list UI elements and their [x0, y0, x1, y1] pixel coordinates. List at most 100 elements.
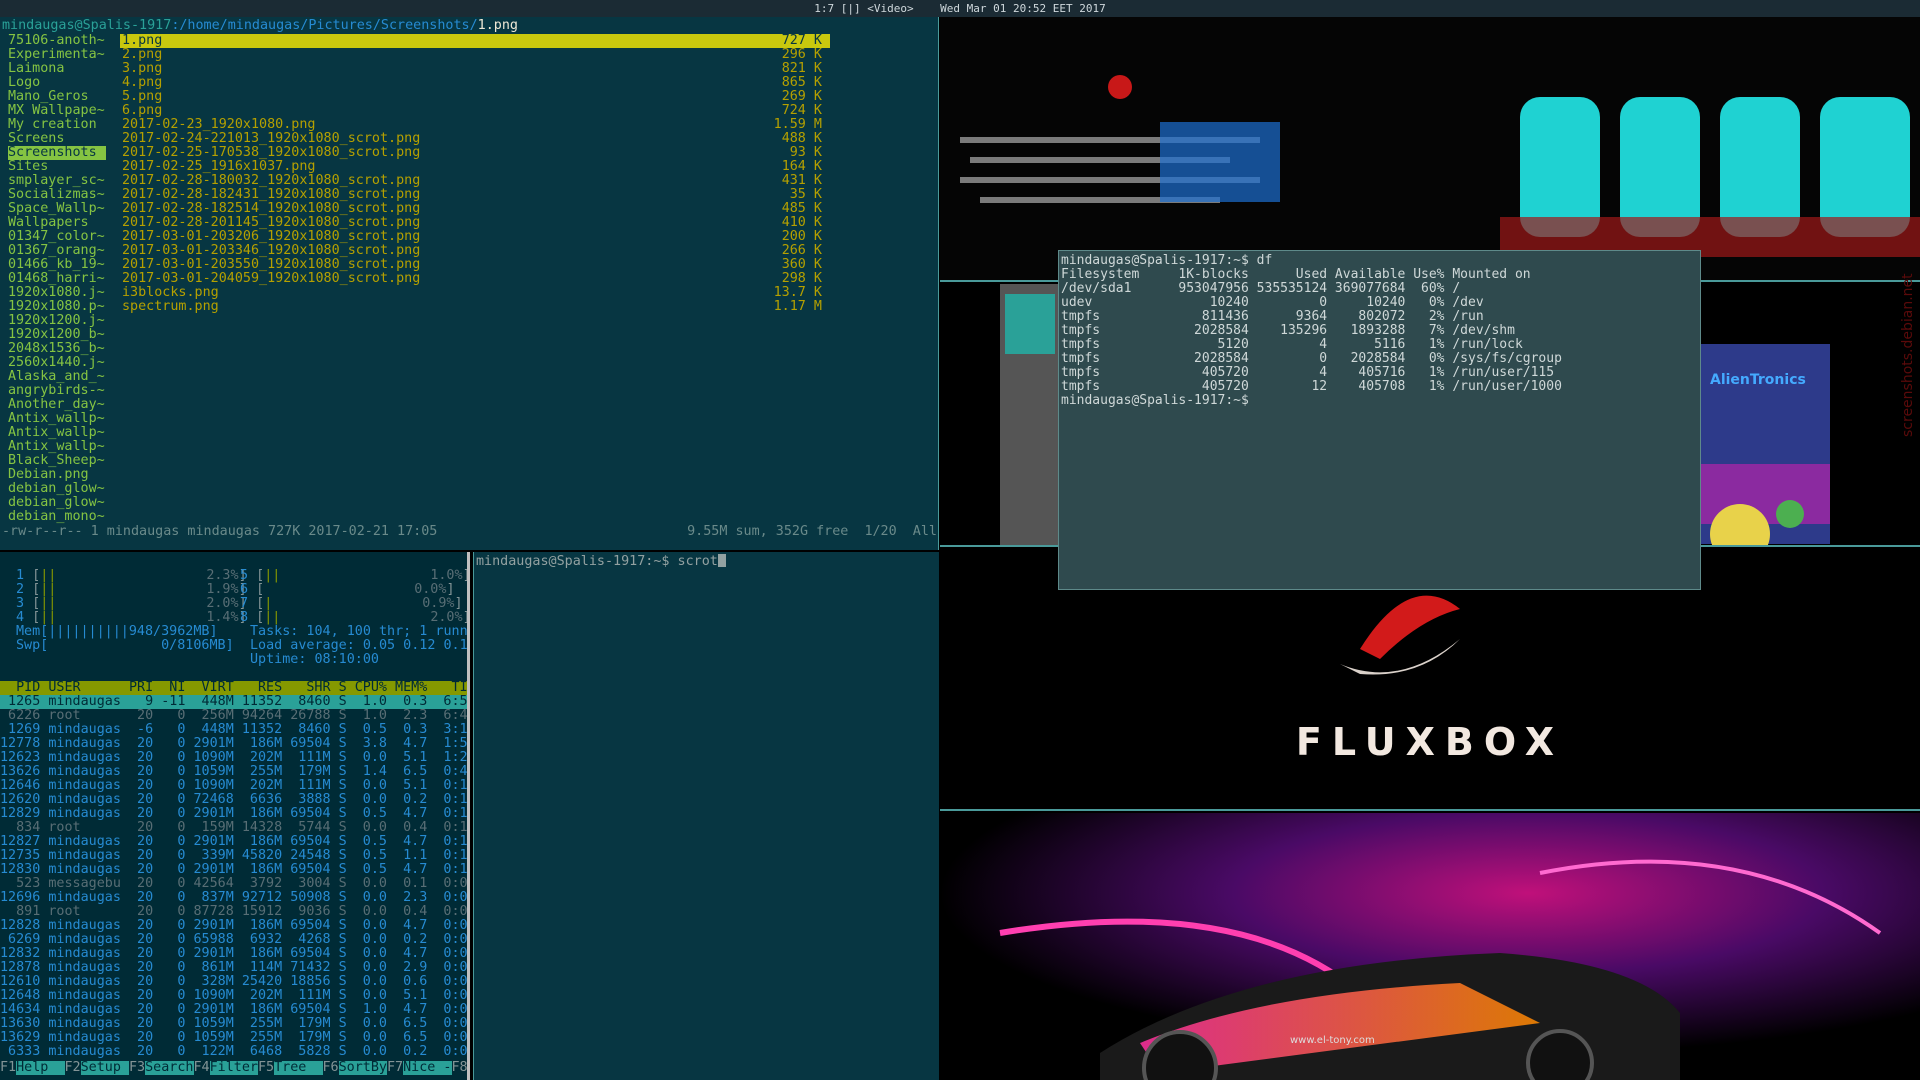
file-item[interactable]: 2.png 296 K — [120, 48, 830, 62]
directory-item[interactable]: Screenshots — [8, 146, 106, 160]
process-row[interactable]: 12610 mindaugas 20 0 328M 25420 18856 S … — [0, 975, 467, 989]
file-item[interactable]: 2017-03-01-203346_1920x1080_scrot.png 266… — [120, 244, 830, 258]
htop-process-viewer[interactable]: 1 [|| 2.3%] 2 [|| 1.9%] 3 [|| 2.0%] 4 [|| 1.4%]… — [0, 552, 470, 1080]
terminal-scrot[interactable]: mindaugas@Spalis-1917:~$ scrot — [473, 552, 939, 1080]
directory-item[interactable]: Socializmas~ — [8, 188, 108, 202]
directory-item[interactable]: 01466_kb_19~ — [8, 258, 108, 272]
directory-item[interactable]: 2048x1536_b~ — [8, 342, 108, 356]
process-row[interactable]: 14634 mindaugas 20 0 2901M 186M 69504 S … — [0, 1003, 467, 1017]
directory-item[interactable]: 75106-anoth~ — [8, 34, 108, 48]
directory-item[interactable]: 1920x1080.p~ — [8, 300, 108, 314]
function-key[interactable]: F3 — [129, 1061, 145, 1075]
function-key-label[interactable]: Nice - — [403, 1061, 452, 1075]
process-row[interactable]: 1265 mindaugas 9 -11 448M 11352 8460 S 1… — [0, 695, 467, 709]
directory-item[interactable]: Mano_Geros — [8, 90, 108, 104]
process-row[interactable]: 12828 mindaugas 20 0 2901M 186M 69504 S … — [0, 919, 467, 933]
directory-item[interactable]: 01367_orang~ — [8, 244, 108, 258]
process-table-header[interactable]: PID USER PRI NI VIRT RES SHR S CPU% MEM%… — [0, 681, 467, 695]
ranger-file-manager[interactable]: mindaugas@Spalis-1917:/home/mindaugas/Pi… — [0, 17, 939, 550]
directory-item[interactable]: Sites — [8, 160, 108, 174]
directory-item[interactable]: My creation — [8, 118, 108, 132]
process-row[interactable]: 12623 mindaugas 20 0 1090M 202M 111M S 0… — [0, 751, 467, 765]
directory-item[interactable]: Antix_wallp~ — [8, 426, 108, 440]
directory-item[interactable]: 1920x1200_b~ — [8, 328, 108, 342]
function-key[interactable]: F4 — [194, 1061, 210, 1075]
process-row[interactable]: 12878 mindaugas 20 0 861M 114M 71432 S 0… — [0, 961, 467, 975]
file-item[interactable]: 2017-02-28-180032_1920x1080_scrot.png 431… — [120, 174, 830, 188]
file-item[interactable]: 1.png 727 K — [120, 34, 830, 48]
terminal-df-window[interactable]: mindaugas@Spalis-1917:~$ df Filesystem 1K… — [1058, 250, 1701, 590]
htop-function-keys[interactable]: F1 Help F2 Setup F3 Search F4 Filter F5 Tree F6… — [0, 1061, 468, 1075]
process-row[interactable]: 12778 mindaugas 20 0 2901M 186M 69504 S … — [0, 737, 467, 751]
process-row[interactable]: 12827 mindaugas 20 0 2901M 186M 69504 S … — [0, 835, 467, 849]
function-key-label[interactable]: SortBy — [338, 1061, 387, 1075]
function-key[interactable]: F6 — [323, 1061, 339, 1075]
process-row[interactable]: 12620 mindaugas 20 0 72468 6636 3888 S 0… — [0, 793, 467, 807]
directory-item[interactable]: Another_day~ — [8, 398, 108, 412]
function-key[interactable]: F5 — [258, 1061, 274, 1075]
process-row[interactable]: 13626 mindaugas 20 0 1059M 255M 179M S 1… — [0, 765, 467, 779]
ranger-directory-list[interactable]: 75106-anoth~ Experimenta~ Laimona Logo Mano_… — [8, 34, 108, 524]
function-key-label[interactable]: Filter — [209, 1061, 258, 1075]
process-row[interactable]: 891 root 20 0 87728 15912 9036 S 0.0 0.4… — [0, 905, 467, 919]
process-row[interactable]: 523 messagebu 20 0 42564 3792 3004 S 0.0… — [0, 877, 467, 891]
process-row[interactable]: 12830 mindaugas 20 0 2901M 186M 69504 S … — [0, 863, 467, 877]
function-key-label[interactable]: Search — [145, 1061, 194, 1075]
directory-item[interactable]: Antix_wallp~ — [8, 412, 108, 426]
directory-item[interactable]: 01347_color~ — [8, 230, 108, 244]
directory-item[interactable]: Debian.png — [8, 468, 108, 482]
directory-item[interactable]: Alaska_and_~ — [8, 370, 108, 384]
directory-item[interactable]: debian_glow~ — [8, 496, 108, 510]
file-item[interactable]: 2017-02-25-170538_1920x1080_scrot.png 93 … — [120, 146, 830, 160]
function-key[interactable]: F7 — [387, 1061, 403, 1075]
process-row[interactable]: 6269 mindaugas 20 0 65988 6932 4268 S 0.… — [0, 933, 467, 947]
file-item[interactable]: 2017-02-24-221013_1920x1080_scrot.png 488… — [120, 132, 830, 146]
file-item[interactable]: 6.png 724 K — [120, 104, 830, 118]
directory-item[interactable]: debian_mono~ — [8, 510, 108, 524]
file-item[interactable]: 2017-03-01-204059_1920x1080_scrot.png 298… — [120, 272, 830, 286]
directory-item[interactable]: Wallpapers — [8, 216, 108, 230]
process-row[interactable]: 12696 mindaugas 20 0 837M 92712 50908 S … — [0, 891, 467, 905]
function-key-label[interactable]: Help — [16, 1061, 65, 1075]
process-row[interactable]: 12646 mindaugas 20 0 1090M 202M 111M S 0… — [0, 779, 467, 793]
process-row[interactable]: 12735 mindaugas 20 0 339M 45820 24548 S … — [0, 849, 467, 863]
file-item[interactable]: 2017-03-01-203206_1920x1080_scrot.png 200… — [120, 230, 830, 244]
file-item[interactable]: 2017-03-01-203550_1920x1080_scrot.png 360… — [120, 258, 830, 272]
directory-item[interactable]: angrybirds-~ — [8, 384, 108, 398]
function-key[interactable]: F2 — [65, 1061, 81, 1075]
directory-item[interactable]: 1920x1200.j~ — [8, 314, 108, 328]
file-item[interactable]: 5.png 269 K — [120, 90, 830, 104]
file-item[interactable]: 2017-02-28-182431_1920x1080_scrot.png 35 … — [120, 188, 830, 202]
process-row[interactable]: 834 root 20 0 159M 14328 5744 S 0.0 0.4 … — [0, 821, 467, 835]
file-item[interactable]: 2017-02-23_1920x1080.png 1.59 M — [120, 118, 830, 132]
file-item[interactable]: 2017-02-28-182514_1920x1080_scrot.png 485… — [120, 202, 830, 216]
directory-item[interactable]: 1920x1080.j~ — [8, 286, 108, 300]
function-key[interactable]: F8 — [452, 1061, 468, 1075]
process-row[interactable]: 12832 mindaugas 20 0 2901M 186M 69504 S … — [0, 947, 467, 961]
process-table[interactable]: 1265 mindaugas 9 -11 448M 11352 8460 S 1… — [0, 695, 467, 1059]
directory-item[interactable]: MX Wallpape~ — [8, 104, 108, 118]
directory-item[interactable]: Logo — [8, 76, 108, 90]
file-item[interactable]: 2017-02-28-201145_1920x1080_scrot.png 410… — [120, 216, 830, 230]
directory-item[interactable]: Experimenta~ — [8, 48, 108, 62]
directory-item[interactable]: 2560x1440.j~ — [8, 356, 108, 370]
process-row[interactable]: 13629 mindaugas 20 0 1059M 255M 179M S 0… — [0, 1031, 467, 1045]
directory-item[interactable]: 01468_harri~ — [8, 272, 108, 286]
function-key[interactable]: F1 — [0, 1061, 16, 1075]
file-item[interactable]: spectrum.png 1.17 M — [120, 300, 830, 314]
process-row[interactable]: 12648 mindaugas 20 0 1090M 202M 111M S 0… — [0, 989, 467, 1003]
process-row[interactable]: 6333 mindaugas 20 0 122M 6468 5828 S 0.0… — [0, 1045, 467, 1059]
process-row[interactable]: 1269 mindaugas -6 0 448M 11352 8460 S 0.… — [0, 723, 467, 737]
file-item[interactable]: 4.png 865 K — [120, 76, 830, 90]
directory-item[interactable]: Antix_wallp~ — [8, 440, 108, 454]
process-row[interactable]: 12829 mindaugas 20 0 2901M 186M 69504 S … — [0, 807, 467, 821]
directory-item[interactable]: debian_glow~ — [8, 482, 108, 496]
file-item[interactable]: i3blocks.png 13.7 K — [120, 286, 830, 300]
directory-item[interactable]: Black_Sheep~ — [8, 454, 108, 468]
directory-item[interactable]: Laimona — [8, 62, 108, 76]
process-row[interactable]: 6226 root 20 0 256M 94264 26788 S 1.0 2.… — [0, 709, 467, 723]
process-row[interactable]: 13630 mindaugas 20 0 1059M 255M 179M S 0… — [0, 1017, 467, 1031]
directory-item[interactable]: Screens — [8, 132, 108, 146]
file-item[interactable]: 3.png 821 K — [120, 62, 830, 76]
ranger-file-list[interactable]: 1.png 727 K 2.png 296 K 3.png 821 K 4.png 865 K… — [120, 34, 830, 314]
